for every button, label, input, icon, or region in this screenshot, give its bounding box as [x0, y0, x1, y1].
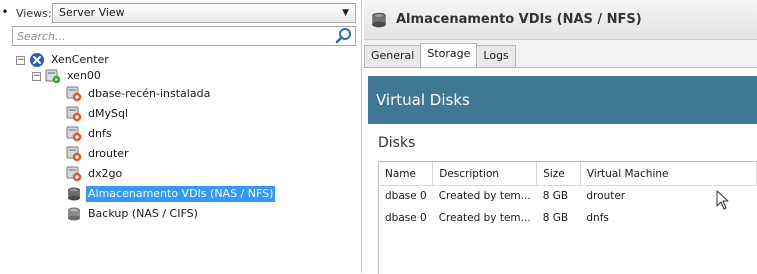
cell-size: 8 GB	[542, 190, 569, 203]
tree-node-label: drouter	[88, 147, 129, 160]
views-dropdown[interactable]: Server View ▼	[52, 3, 356, 23]
tree-node-label: dx2go	[88, 167, 123, 180]
tree-node-storage[interactable]: Backup (NAS / CIFS)	[66, 204, 200, 224]
vm-stopped-icon	[66, 106, 82, 122]
views-row: Views: Server View ▼	[12, 2, 356, 24]
detail-title-bar: Almacenamento VDIs (NAS / NFS)	[364, 0, 757, 40]
tree-node-vm[interactable]: dMySql	[66, 104, 130, 124]
cell-virtual-machine: dnfs	[586, 212, 609, 224]
vm-stopped-icon	[66, 126, 82, 142]
mouse-pointer-icon	[716, 190, 729, 210]
search-box	[12, 26, 356, 46]
tree-node-vm[interactable]: dx2go	[66, 164, 124, 184]
navigation-pane: Views: Server View ▼ − XenCenter −	[12, 0, 362, 273]
tab-storage[interactable]: Storage	[420, 43, 478, 67]
host-running-icon	[45, 69, 61, 84]
vm-stopped-icon	[66, 146, 82, 162]
cell-virtual-machine: drouter	[586, 190, 626, 203]
table-row[interactable]: dbase 0 Created by tem... 8 GB dnfs	[379, 207, 757, 229]
cell-name: dbase 0	[385, 190, 427, 203]
tree-node-label: dMySql	[88, 107, 129, 120]
cell-description: Created by tem...	[438, 190, 531, 203]
tree-node-label: dnfs	[88, 127, 112, 140]
column-header-name[interactable]: Name	[379, 162, 434, 186]
cell-name: dbase 0	[385, 212, 427, 224]
tree-node-host[interactable]: − xen00	[32, 66, 103, 86]
disks-heading: Disks	[378, 135, 416, 151]
tab-general[interactable]: General	[364, 45, 422, 67]
tree-node-vm[interactable]: drouter	[66, 144, 131, 164]
vm-stopped-icon	[66, 86, 82, 102]
storage-icon	[68, 207, 80, 221]
disks-table: Name Description Size Virtual Machine db…	[378, 161, 757, 274]
vm-stopped-icon	[66, 166, 82, 182]
cell-size: 8 GB	[542, 212, 569, 224]
table-row[interactable]: dbase 0 Created by tem... 8 GB drouter	[379, 185, 757, 207]
search-icon[interactable]	[335, 27, 353, 45]
chevron-down-icon: ▼	[342, 8, 349, 18]
resource-tree: − XenCenter − xen00 dbase-recén-instalad…	[12, 50, 362, 273]
section-banner: Virtual Disks	[368, 76, 757, 124]
list-bullet: •	[1, 5, 9, 19]
tab-logs[interactable]: Logs	[476, 45, 516, 67]
collapse-icon[interactable]: −	[32, 71, 41, 81]
storage-icon	[68, 187, 80, 201]
search-input[interactable]	[13, 27, 313, 45]
tree-node-label: Backup (NAS / CIFS)	[88, 207, 198, 220]
tree-node-label: xen00	[67, 69, 101, 82]
tab-content: Virtual Disks Disks Name Description Siz…	[364, 67, 757, 274]
column-header-virtual-machine[interactable]: Virtual Machine	[580, 162, 757, 186]
tree-node-label: dbase-recén-instalada	[88, 87, 211, 100]
views-label: Views:	[16, 6, 52, 20]
table-header-row: Name Description Size Virtual Machine	[379, 162, 757, 186]
tab-strip: General Storage Logs	[364, 43, 516, 67]
collapse-icon[interactable]: −	[16, 55, 25, 65]
views-selected-value: Server View	[59, 6, 125, 19]
column-header-size[interactable]: Size	[536, 162, 581, 186]
storage-icon	[372, 12, 386, 27]
detail-pane: Almacenamento VDIs (NAS / NFS) General S…	[364, 0, 757, 274]
tree-node-storage-selected[interactable]: Almacenamento VDIs (NAS / NFS)	[66, 184, 276, 204]
tree-node-vm[interactable]: dbase-recén-instalada	[66, 84, 212, 104]
tree-node-vm[interactable]: dnfs	[66, 124, 114, 144]
tree-node-label: Almacenamento VDIs (NAS / NFS)	[86, 186, 276, 202]
cell-description: Created by tem...	[438, 212, 531, 224]
column-header-description[interactable]: Description	[432, 162, 538, 186]
page-title: Almacenamento VDIs (NAS / NFS)	[396, 12, 642, 27]
